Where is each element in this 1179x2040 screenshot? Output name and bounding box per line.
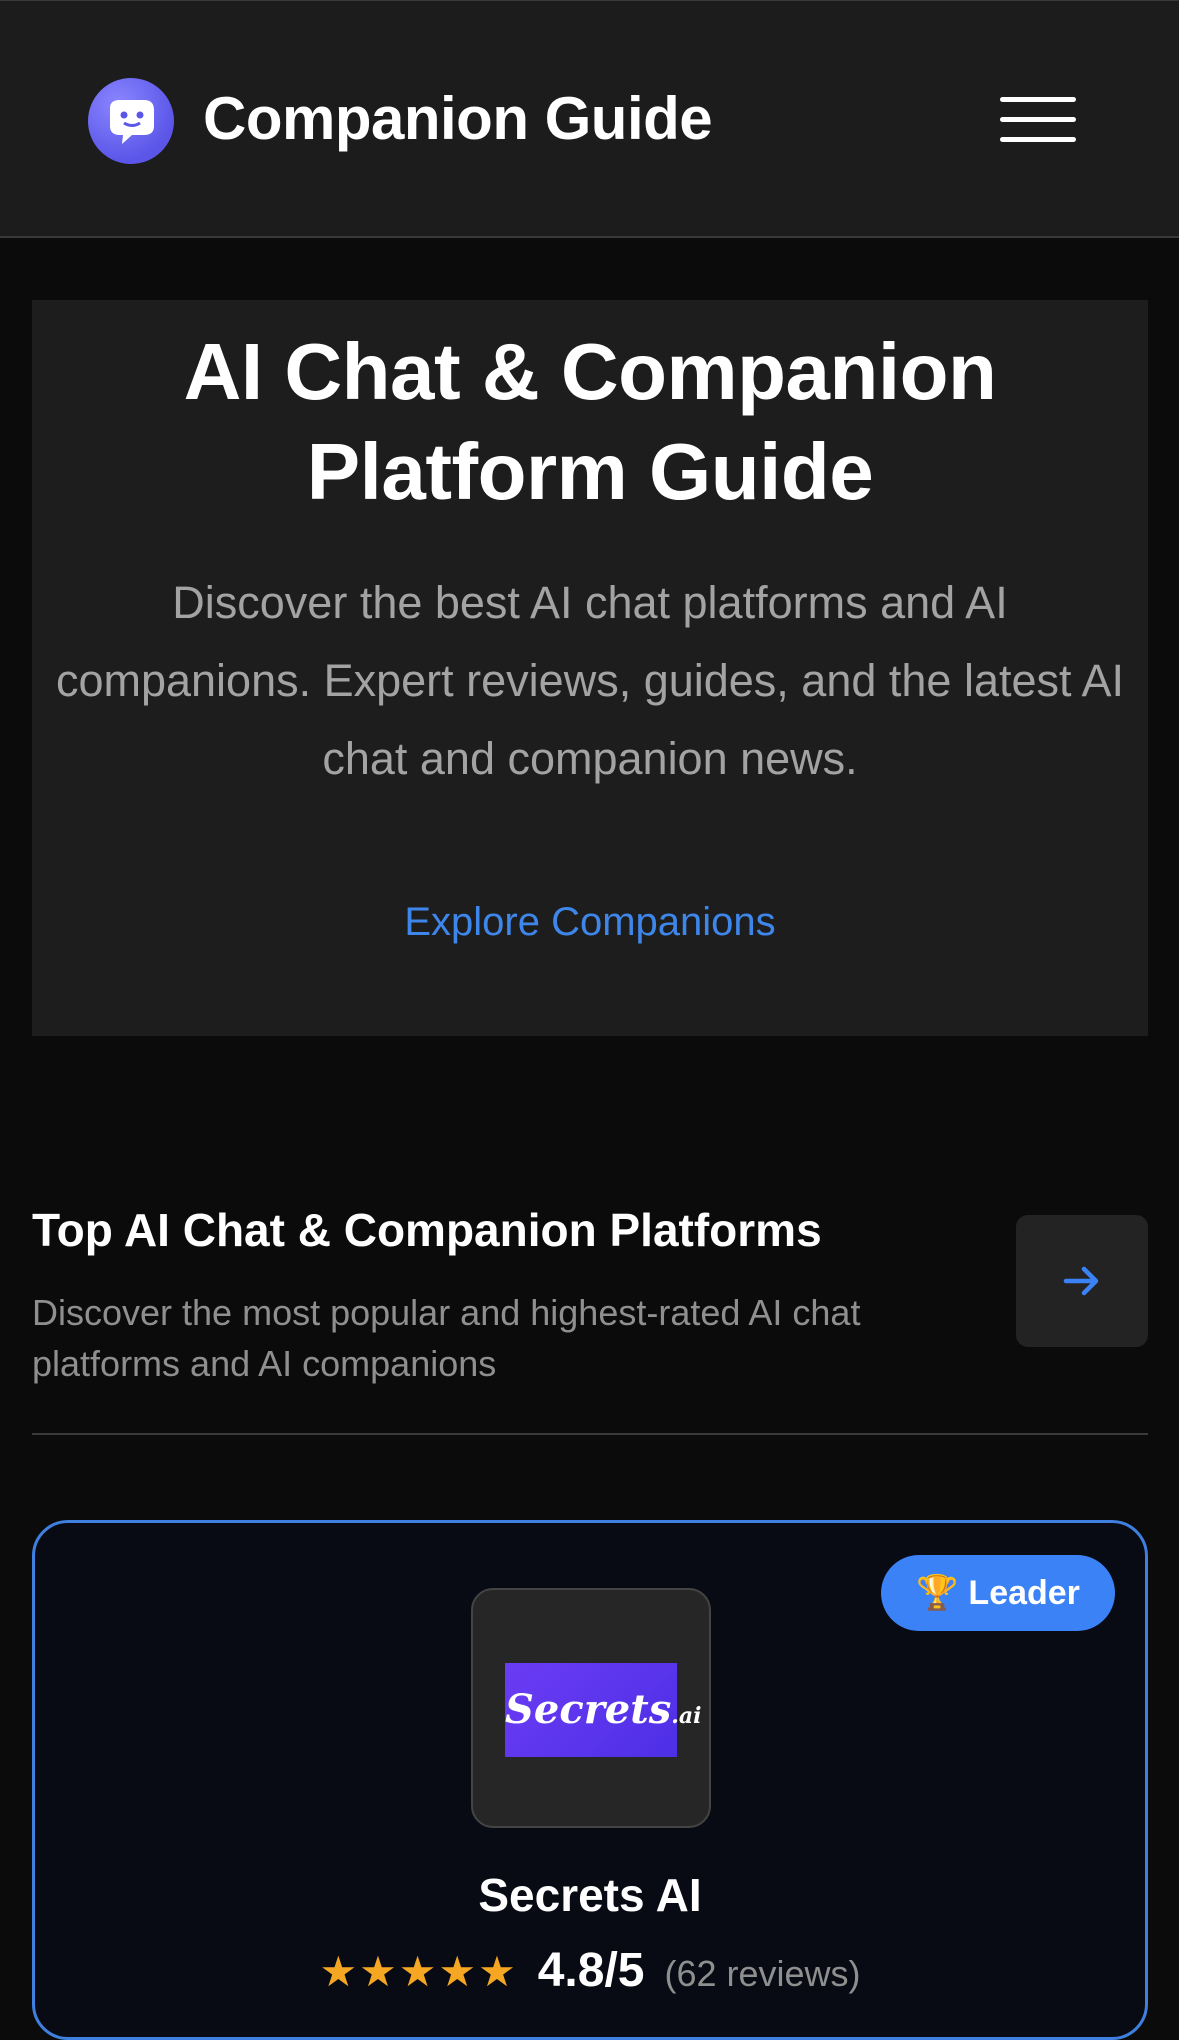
explore-companions-link[interactable]: Explore Companions [32, 900, 1148, 945]
rating-row: ★★★★★ 4.8/5 (62 reviews) [35, 1943, 1145, 1998]
hero-subtitle: Discover the best AI chat platforms and … [55, 577, 1125, 784]
section-title: Top AI Chat & Companion Platforms [32, 1204, 822, 1256]
platform-card[interactable]: 🏆 Leader Secrets.ai Secrets AI ★★★★★ 4.8… [32, 1520, 1148, 2040]
section-description: Discover the most popular and highest-ra… [32, 1292, 861, 1384]
review-count[interactable]: (62 reviews) [664, 1953, 860, 1995]
section-divider [32, 1433, 1148, 1435]
view-all-button[interactable] [1016, 1215, 1148, 1347]
leader-badge: 🏆 Leader [881, 1555, 1115, 1631]
secrets-ai-logo: Secrets.ai [505, 1663, 702, 1757]
top-header: Companion Guide [0, 0, 1179, 238]
chat-bubble-logo-icon[interactable] [88, 78, 174, 164]
hamburger-menu-icon[interactable] [1000, 95, 1076, 145]
rating-score: 4.8/5 [537, 1944, 645, 1997]
app-logo-text: Secrets [505, 1686, 672, 1733]
star-rating-icon: ★★★★★ [319, 1948, 518, 1995]
app-logo-suffix: .ai [671, 1703, 702, 1729]
hero-title: AI Chat & Companion Platform Guide [183, 327, 997, 516]
platform-name[interactable]: Secrets AI [35, 1868, 1145, 1922]
hero-section: AI Chat & Companion Platform Guide Disco… [32, 300, 1148, 1036]
badge-label: Leader [968, 1573, 1080, 1612]
arrow-right-icon [1063, 1266, 1099, 1296]
brand-name[interactable]: Companion Guide [203, 83, 713, 155]
app-logo-tile[interactable]: Secrets.ai [471, 1588, 711, 1828]
trophy-icon: 🏆 [916, 1574, 959, 1612]
